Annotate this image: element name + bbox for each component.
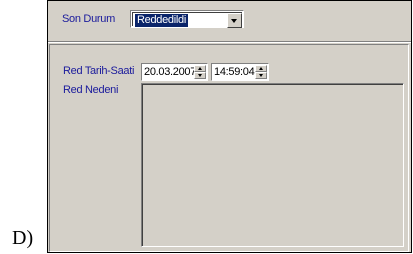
form-window: Son Durum Reddedildi Red Tarih-Saati Red… [47, 0, 412, 253]
status-dropdown[interactable]: Reddedildi [130, 10, 244, 28]
arrow-down-icon [198, 74, 202, 77]
rejection-reason-label: Red Nedeni [63, 84, 119, 96]
arrow-down-icon [259, 74, 263, 77]
arrow-up-icon [259, 67, 263, 70]
status-label: Son Durum [62, 13, 115, 25]
date-increment-button[interactable] [194, 65, 206, 72]
dropdown-arrow-button[interactable] [227, 13, 242, 28]
rejection-date-picker[interactable]: 20.03.2007 [141, 63, 208, 81]
arrow-up-icon [198, 67, 202, 70]
chevron-down-icon [231, 19, 237, 23]
status-panel: Son Durum Reddedildi [48, 1, 411, 41]
rejection-time-picker[interactable]: 14:59:04 [211, 63, 269, 81]
date-decrement-button[interactable] [194, 72, 206, 79]
time-increment-button[interactable] [255, 65, 267, 72]
time-decrement-button[interactable] [255, 72, 267, 79]
rejection-reason-textarea[interactable] [141, 83, 404, 247]
status-selected-value: Reddedildi [135, 14, 188, 27]
rejection-reason-text [142, 84, 403, 246]
option-letter: D) [12, 227, 34, 249]
rejection-datetime-label: Red Tarih-Saati [63, 65, 135, 77]
rejection-time-value: 14:59:04 [214, 66, 255, 78]
rejection-date-value: 20.03.2007 [144, 66, 197, 78]
